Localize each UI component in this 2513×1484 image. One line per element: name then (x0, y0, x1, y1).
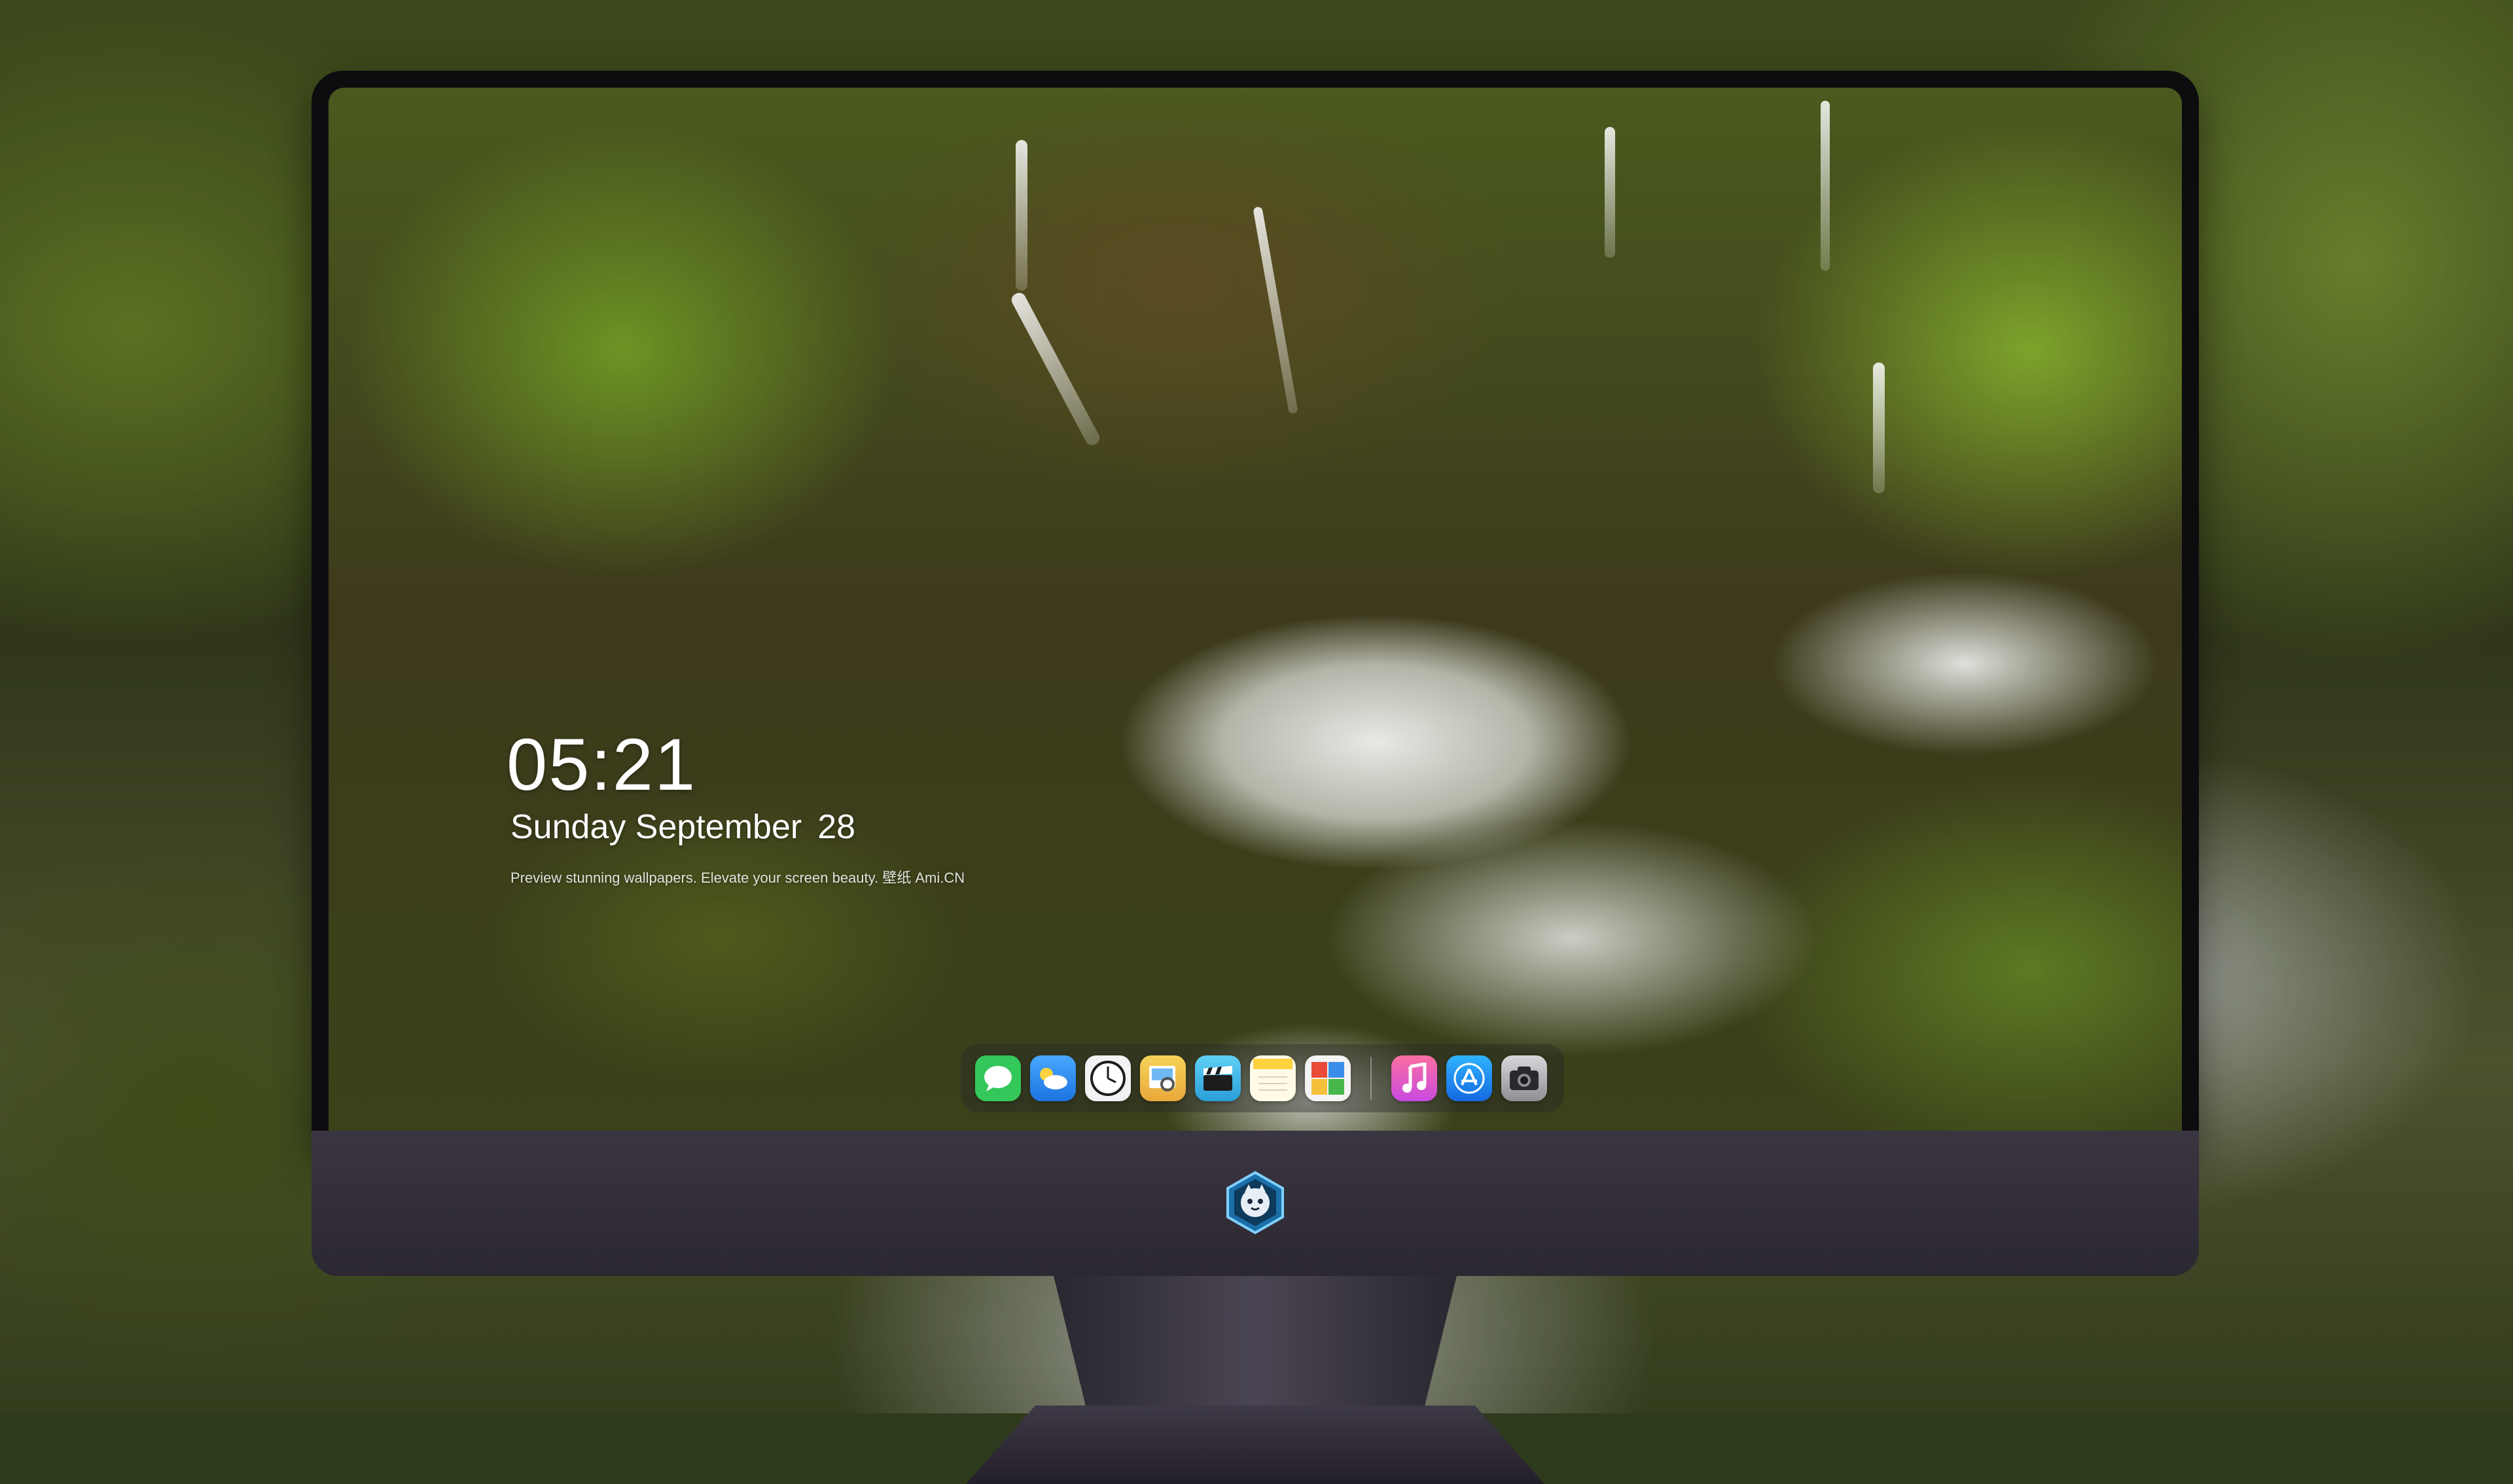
clapperboard-icon[interactable] (1195, 1055, 1241, 1101)
mascot-logo-icon (1226, 1171, 1284, 1235)
waterfall-streak (1873, 362, 1885, 493)
music-icon[interactable] (1391, 1055, 1437, 1101)
lock-date-weekday-month: Sunday September (510, 808, 802, 846)
clock-icon[interactable] (1085, 1055, 1131, 1101)
waterfall-streak (1821, 101, 1830, 271)
photo-grid-icon[interactable] (1305, 1055, 1351, 1101)
lock-tagline: Preview stunning wallpapers. Elevate you… (510, 870, 965, 886)
waterfall-streak (1016, 140, 1027, 291)
app-store-icon[interactable] (1446, 1055, 1492, 1101)
preview-icon[interactable] (1140, 1055, 1186, 1101)
monitor: 05:21 Sunday September 28 Preview stunnin… (312, 71, 2199, 1484)
desktop-screen: 05:21 Sunday September 28 Preview stunnin… (329, 88, 2182, 1131)
notes-icon[interactable] (1250, 1055, 1296, 1101)
monitor-stand-neck (1054, 1276, 1457, 1407)
waterfall-streak (1605, 127, 1615, 258)
dock (961, 1044, 1564, 1112)
messages-icon[interactable] (975, 1055, 1021, 1101)
lock-date: Sunday September 28 (510, 807, 855, 847)
lock-date-day: 28 (817, 808, 856, 846)
camera-icon[interactable] (1501, 1055, 1547, 1101)
waterfall-streak (1253, 206, 1298, 414)
dock-separator (1370, 1057, 1372, 1100)
lock-clock-time: 05:21 (507, 724, 697, 805)
monitor-stand-base (966, 1405, 1544, 1484)
weather-icon[interactable] (1030, 1055, 1076, 1101)
waterfall-streak (1009, 291, 1102, 448)
